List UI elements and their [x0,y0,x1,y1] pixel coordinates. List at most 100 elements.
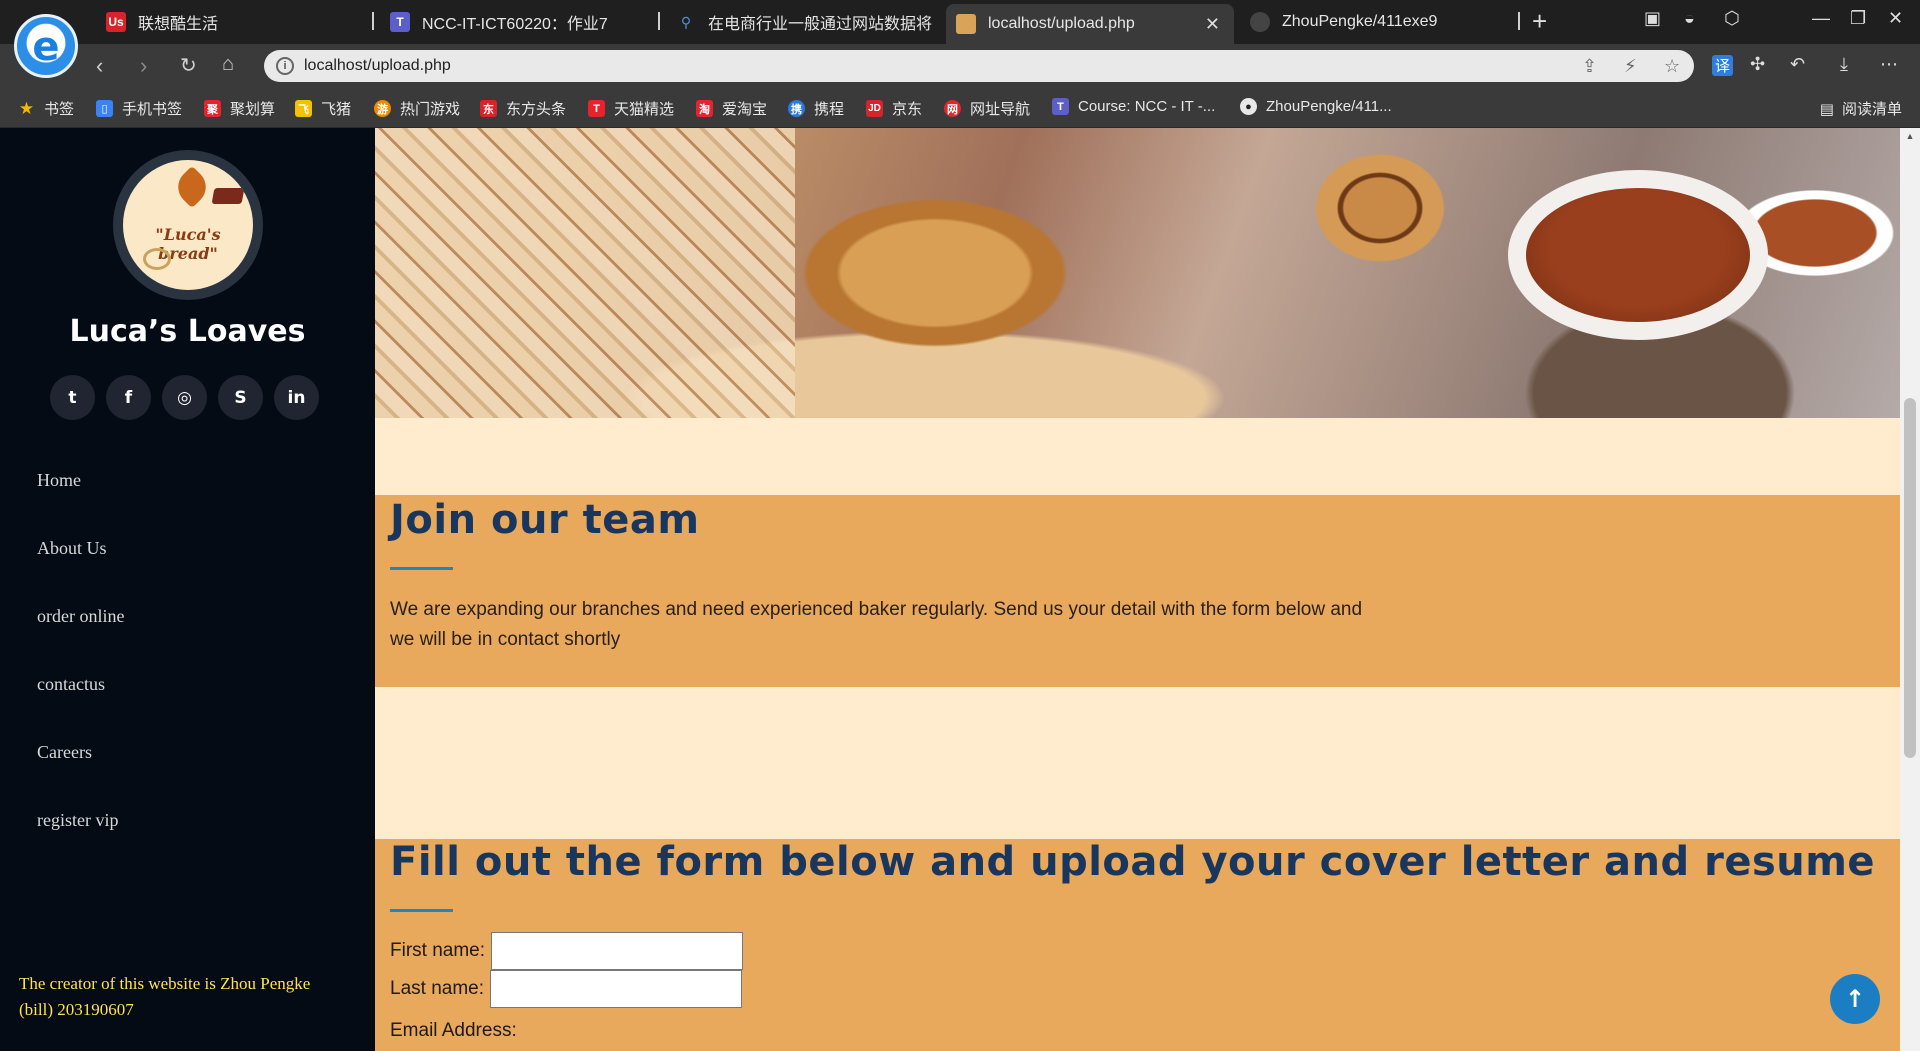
arrow-up-icon: ↑ [1844,985,1866,1013]
bookmark-item[interactable]: ▯ 手机书签 [96,98,182,119]
form-heading: Fill out the form below and upload your … [390,839,1876,885]
teams-favicon-icon: T [390,12,410,32]
undo-icon[interactable]: ↶ [1790,54,1805,75]
nav-item-order-online[interactable]: order online [37,606,124,674]
star-icon: ★ [18,98,35,118]
more-menu-icon[interactable]: ⋯ [1880,54,1898,75]
nav-item-contactus[interactable]: contactus [37,674,124,742]
jd-icon: JD [866,100,883,117]
translate-icon[interactable]: 译 [1712,55,1734,76]
skype-glyph: S [234,387,247,408]
tab-upload-active[interactable]: localhost/upload.php ✕ [946,4,1234,44]
tab-github[interactable]: ZhouPengke/411exe9 [1240,4,1510,40]
first-name-label: First name: [390,940,486,961]
close-tab-icon[interactable]: ✕ [1205,14,1220,35]
first-name-input[interactable] [491,932,744,970]
scroll-to-top-button[interactable]: ↑ [1830,974,1880,1024]
tab-lenovo[interactable]: Us 联想酷生活 [96,4,366,40]
games-icon: 游 [374,100,391,117]
favorite-star-icon[interactable]: ☆ [1664,56,1680,77]
bookmark-item[interactable]: ● ZhouPengke/411... [1240,98,1392,115]
browser-logo-icon[interactable]: e [14,14,78,78]
minimize-icon[interactable]: — [1812,8,1830,29]
navigation-icon: 网 [944,100,961,117]
extensions-icon[interactable]: ✣ [1750,54,1765,75]
logo-image: "Luca's bread" [123,160,253,290]
address-url[interactable]: localhost/upload.php [304,57,451,75]
search-favicon-icon: ⚲ [680,13,692,30]
bookmark-item[interactable]: 聚聚划算 [204,98,275,119]
bookmark-item[interactable]: 淘爱淘宝 [696,98,767,119]
home-icon[interactable]: ⌂ [222,53,234,76]
bookmark-item[interactable]: JD 京东 [866,98,922,119]
extensions-shirt-icon[interactable]: ⬡ [1724,8,1740,29]
lightning-icon[interactable]: ⚡ [1624,56,1637,77]
bookmark-item[interactable]: 携携程 [788,98,844,119]
bookmark-item[interactable]: T Course: NCC - IT -... [1052,98,1215,115]
reload-icon[interactable]: ↻ [180,53,197,78]
bookmark-item[interactable]: T 天猫精选 [588,98,674,119]
linkedin-icon[interactable]: in [274,375,319,420]
forward-arrow-icon[interactable]: › [140,53,147,79]
github-favicon-icon [1250,12,1270,32]
bookmark-label: 天猫精选 [614,101,675,118]
tab-label: 联想酷生活 [138,16,219,33]
basket-pattern [375,128,795,418]
sidebar: "Luca's bread" Luca’s Loaves t f ◎ S in … [0,128,375,1051]
last-name-input[interactable] [490,970,742,1008]
facebook-icon[interactable]: f [106,375,151,420]
browser-toolbar: ‹ › ↻ ⌂ i localhost/upload.php ⇪ ⚡ ☆ 译 ✣… [0,44,1920,88]
main-nav: Home About Us order online contactus Car… [37,470,124,878]
tea-cup [1508,170,1768,340]
bookmark-item[interactable]: 游热门游戏 [374,98,460,119]
site-info-icon[interactable]: i [276,57,294,75]
bookmark-item[interactable]: 飞飞猪 [295,98,351,119]
nav-item-about-us[interactable]: About Us [37,538,124,606]
heading-underline [390,909,453,912]
heading-underline [390,567,453,570]
twitter-icon[interactable]: t [50,375,95,420]
nav-item-careers[interactable]: Careers [37,742,124,810]
bookmark-item[interactable]: 网网址导航 [944,98,1030,119]
tab-search[interactable]: ⚲ 在电商行业一般通过网站数据将 [666,4,936,40]
bookmark-label: 网址导航 [970,101,1031,118]
tab-ncc-assignment[interactable]: T NCC-IT-ICT60220：作业7 [380,4,650,40]
lenovo-favicon-icon: Us [106,12,126,32]
bookmark-label: 手机书签 [122,101,183,118]
page-scrollbar[interactable]: ▲ [1900,128,1920,1051]
tab-separator [1518,12,1520,30]
instagram-icon[interactable]: ◎ [162,375,207,420]
scrollbar-thumb[interactable] [1904,398,1916,758]
share-icon[interactable]: ⇪ [1582,56,1597,77]
site-name[interactable]: Luca’s Loaves [0,314,375,349]
sidebar-panel-icon[interactable]: ▣ [1644,8,1661,29]
juhuasuan-icon: 聚 [204,100,221,117]
skype-icon[interactable]: S [218,375,263,420]
tab-label: NCC-IT-ICT60220：作业7 [422,16,608,33]
bookmark-label: 爱淘宝 [722,101,768,118]
page-favicon-icon [956,14,976,34]
bookmark-label: 聚划算 [230,101,276,118]
email-label: Email Address: [390,1020,517,1041]
address-bar[interactable]: i localhost/upload.php ⇪ ⚡ ☆ [264,50,1694,82]
nav-item-home[interactable]: Home [37,470,124,538]
maple-leaf-icon [170,165,214,209]
new-tab-plus-icon[interactable]: + [1532,6,1547,37]
dongfang-icon: 东 [480,100,497,117]
join-team-text: We are expanding our branches and need e… [390,599,1363,650]
incognito-icon[interactable]: ◒ [1684,8,1695,29]
nav-item-register-vip[interactable]: register vip [37,810,124,878]
scroll-up-arrow-icon[interactable]: ▲ [1900,131,1920,141]
close-window-icon[interactable]: ✕ [1888,8,1903,29]
bookmark-item[interactable]: 东东方头条 [480,98,566,119]
download-icon[interactable]: ⤓ [1840,54,1848,75]
back-arrow-icon[interactable]: ‹ [96,53,103,79]
restore-icon[interactable]: ❐ [1850,8,1866,29]
reading-list-label: 阅读清单 [1841,101,1902,118]
bookmark-item[interactable]: ★ 书签 [18,98,74,119]
last-name-row: Last name: [390,970,742,1008]
reading-list-button[interactable]: ▤ 阅读清单 [1820,98,1902,119]
bookmark-label: Course: NCC - IT -... [1078,98,1216,115]
email-row: Email Address: [390,1020,517,1042]
bakery-logo[interactable]: "Luca's bread" [113,150,263,300]
